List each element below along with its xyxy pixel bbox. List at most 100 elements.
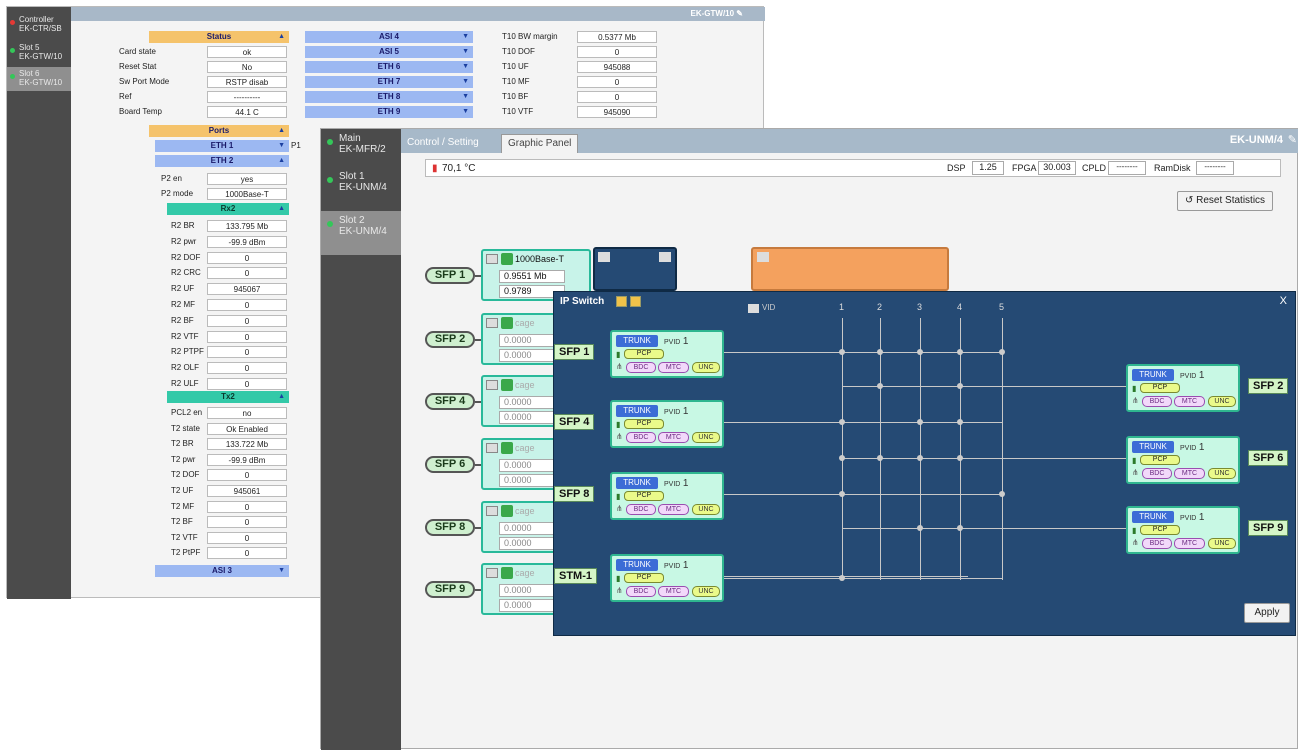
save-icon[interactable]	[616, 296, 627, 307]
orange-card[interactable]	[751, 247, 949, 291]
rx2-header[interactable]: Rx2 ▲	[167, 203, 289, 215]
right-port-label[interactable]: SFP 6	[1248, 450, 1289, 466]
grid-node[interactable]	[917, 419, 923, 425]
trunk-label[interactable]: TRUNK	[1132, 441, 1174, 453]
chip-unc[interactable]: UNC	[692, 504, 720, 515]
grid-node[interactable]	[839, 349, 845, 355]
trunk-label[interactable]: TRUNK	[616, 335, 658, 347]
settings-icon[interactable]	[486, 506, 498, 516]
tab-control-setting[interactable]: Control / Setting	[401, 134, 485, 153]
right-port-block[interactable]: TRUNK PVID 1 ▮ PCP ⋔ BDC MTC UNC	[1126, 436, 1240, 484]
chip-bdc[interactable]: BDC	[1142, 468, 1172, 479]
pcp-label[interactable]: PCP	[624, 491, 664, 501]
grid-node[interactable]	[839, 455, 845, 461]
grid-node[interactable]	[877, 349, 883, 355]
asi-header[interactable]: ETH 9 ▼	[305, 106, 473, 118]
grid-node[interactable]	[999, 349, 1005, 355]
grid-node[interactable]	[839, 419, 845, 425]
left-port-label[interactable]: SFP 1	[554, 344, 595, 360]
grid-node[interactable]	[917, 525, 923, 531]
chip-bdc[interactable]: BDC	[626, 586, 656, 597]
sidebar-item-slot6[interactable]: Slot 6 EK-GTW/10	[7, 67, 71, 91]
chip-mtc[interactable]: MTC	[658, 432, 689, 443]
left-port-label[interactable]: SFP 8	[554, 486, 595, 502]
sfp-port-label[interactable]: SFP 9	[425, 581, 475, 598]
grid-node[interactable]	[877, 383, 883, 389]
tab-graphic-panel[interactable]: Graphic Panel	[501, 134, 579, 153]
grid-node[interactable]	[957, 349, 963, 355]
chip-unc[interactable]: UNC	[1208, 468, 1236, 479]
trunk-label[interactable]: TRUNK	[616, 559, 658, 571]
grid-node[interactable]	[957, 419, 963, 425]
trunk-label[interactable]: TRUNK	[616, 477, 658, 489]
settings-icon[interactable]	[486, 443, 498, 453]
settings-icon[interactable]	[486, 254, 498, 264]
chip-bdc[interactable]: BDC	[1142, 396, 1172, 407]
reset-statistics-button[interactable]: ↺ Reset Statistics	[1177, 191, 1273, 211]
sidebar-item-slot1[interactable]: Slot 1 EK-UNM/4	[321, 167, 401, 211]
grid-node[interactable]	[957, 383, 963, 389]
chip-unc[interactable]: UNC	[1208, 538, 1236, 549]
right-port-block[interactable]: TRUNK PVID 1 ▮ PCP ⋔ BDC MTC UNC	[1126, 364, 1240, 412]
asi-header[interactable]: ETH 7 ▼	[305, 76, 473, 88]
status-section-header[interactable]: Status ▲	[149, 31, 289, 43]
chip-mtc[interactable]: MTC	[658, 586, 689, 597]
chip-mtc[interactable]: MTC	[658, 362, 689, 373]
tx2-header[interactable]: Tx2 ▲	[167, 391, 289, 403]
right-port-block[interactable]: TRUNK PVID 1 ▮ PCP ⋔ BDC MTC UNC	[1126, 506, 1240, 554]
left-port-label[interactable]: STM-1	[554, 568, 597, 584]
chip-unc[interactable]: UNC	[692, 586, 720, 597]
left-port-block[interactable]: TRUNK PVID 1 ▮ PCP ⋔ BDC MTC UNC	[610, 554, 724, 602]
apply-button[interactable]: Apply	[1244, 603, 1290, 623]
grid-node[interactable]	[839, 491, 845, 497]
left-port-label[interactable]: SFP 4	[554, 414, 595, 430]
left-port-block[interactable]: TRUNK PVID 1 ▮ PCP ⋔ BDC MTC UNC	[610, 330, 724, 378]
folder-icon[interactable]	[630, 296, 641, 307]
chip-unc[interactable]: UNC	[692, 432, 720, 443]
sfp-port-label[interactable]: SFP 1	[425, 267, 475, 284]
grid-node[interactable]	[999, 491, 1005, 497]
right-port-label[interactable]: SFP 9	[1248, 520, 1289, 536]
sidebar-item-controller[interactable]: Controller EK-CTR/SB	[7, 13, 71, 37]
pcp-label[interactable]: PCP	[1140, 455, 1180, 465]
asi-header[interactable]: ASI 4 ▼	[305, 31, 473, 43]
left-port-block[interactable]: TRUNK PVID 1 ▮ PCP ⋔ BDC MTC UNC	[610, 400, 724, 448]
grid-node[interactable]	[839, 575, 845, 581]
chip-mtc[interactable]: MTC	[1174, 396, 1205, 407]
pcp-label[interactable]: PCP	[1140, 525, 1180, 535]
asi-header[interactable]: ETH 6 ▼	[305, 61, 473, 73]
trunk-label[interactable]: TRUNK	[1132, 369, 1174, 381]
sfp-port-label[interactable]: SFP 8	[425, 519, 475, 536]
trunk-label[interactable]: TRUNK	[1132, 511, 1174, 523]
settings-icon[interactable]	[486, 568, 498, 578]
pcp-label[interactable]: PCP	[624, 573, 664, 583]
left-port-block[interactable]: TRUNK PVID 1 ▮ PCP ⋔ BDC MTC UNC	[610, 472, 724, 520]
asi-header[interactable]: ETH 8 ▼	[305, 91, 473, 103]
chip-mtc[interactable]: MTC	[1174, 468, 1205, 479]
edit-pencil-icon[interactable]: ✎	[1288, 133, 1297, 146]
settings-icon[interactable]	[748, 304, 759, 313]
switch-card[interactable]	[593, 247, 677, 291]
chip-mtc[interactable]: MTC	[1174, 538, 1205, 549]
asi3-header[interactable]: ASI 3 ▼	[155, 565, 289, 577]
grid-node[interactable]	[917, 349, 923, 355]
close-button[interactable]: X	[1280, 295, 1287, 307]
sidebar-item-slot2[interactable]: Slot 2 EK-UNM/4	[321, 211, 401, 255]
chip-unc[interactable]: UNC	[692, 362, 720, 373]
settings-icon[interactable]	[486, 318, 498, 328]
sidebar-item-slot5[interactable]: Slot 5 EK-GTW/10	[7, 41, 71, 65]
right-port-label[interactable]: SFP 2	[1248, 378, 1289, 394]
settings-icon[interactable]	[757, 252, 769, 262]
trunk-label[interactable]: TRUNK	[616, 405, 658, 417]
chip-unc[interactable]: UNC	[1208, 396, 1236, 407]
pcp-label[interactable]: PCP	[624, 419, 664, 429]
pcp-label[interactable]: PCP	[1140, 383, 1180, 393]
chip-mtc[interactable]: MTC	[658, 504, 689, 515]
settings-icon[interactable]	[598, 252, 610, 262]
sfp-port-label[interactable]: SFP 6	[425, 456, 475, 473]
chip-bdc[interactable]: BDC	[626, 362, 656, 373]
grid-node[interactable]	[917, 455, 923, 461]
ports-section-header[interactable]: Ports ▲	[149, 125, 289, 137]
pcp-label[interactable]: PCP	[624, 349, 664, 359]
settings-icon[interactable]	[486, 380, 498, 390]
